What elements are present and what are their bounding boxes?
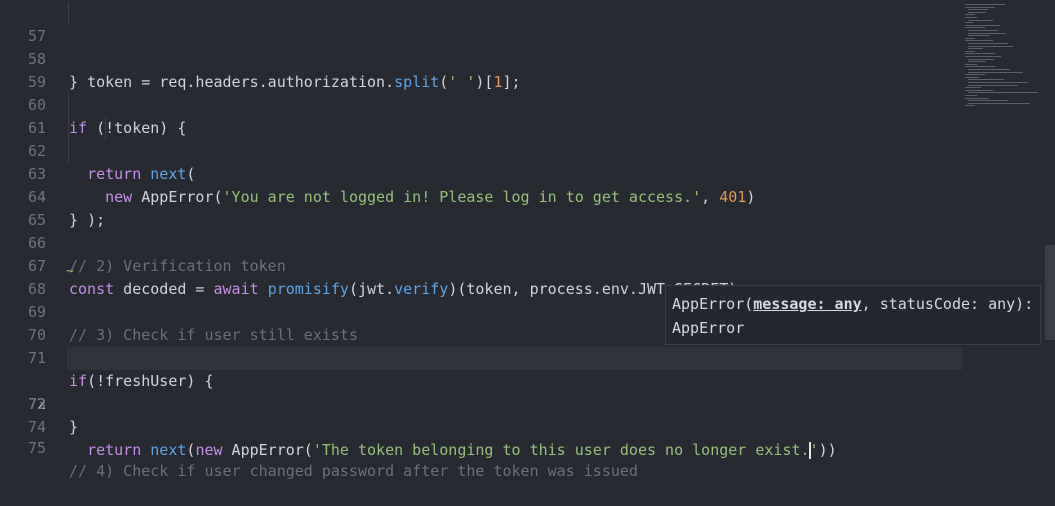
minimap-line: [965, 89, 993, 91]
minimap-line: [968, 35, 990, 37]
minimap-line: [968, 102, 1030, 104]
minimap-line: [965, 56, 1001, 57]
code-line[interactable]: 60 if (!token) {: [0, 71, 1040, 137]
minimap[interactable]: [960, 0, 1045, 140]
vertical-scrollbar[interactable]: [1045, 0, 1055, 432]
minimap-line: [965, 53, 995, 55]
minimap-line: [965, 87, 981, 89]
code-line[interactable]: 63 );: [0, 140, 1040, 229]
code-line[interactable]: 58 }: [0, 25, 1040, 91]
tooltip-active-param: message: any: [753, 295, 862, 313]
minimap-line: [968, 30, 998, 31]
minimap-line: [965, 40, 993, 42]
hover-tooltip: AppError(message: any, statusCode: any):…: [665, 285, 1041, 345]
code-line[interactable]: 66 // 2) Verification token: [0, 209, 1040, 275]
minimap-line: [968, 92, 1038, 94]
minimap-line: [968, 43, 1008, 44]
minimap-line: [968, 84, 1018, 86]
code-line[interactable]: 61 return next(: [0, 94, 1040, 183]
minimap-line: [965, 76, 979, 78]
minimap-line: [965, 6, 995, 8]
minimap-line: [968, 9, 988, 11]
minimap-line: [965, 4, 1005, 5]
code-line[interactable]: 65: [0, 186, 1040, 229]
minimap-line: [968, 32, 1006, 34]
code-line[interactable]: 73 }: [0, 370, 1040, 436]
minimap-line: [968, 79, 1004, 81]
code-line[interactable]: 74: [0, 393, 1040, 436]
code-line[interactable]: 64 }: [0, 163, 1040, 229]
scrollbar-thumb[interactable]: [1045, 245, 1055, 340]
code-line[interactable]: 59: [0, 48, 1040, 91]
minimap-line: [968, 71, 1023, 73]
minimap-line: [968, 58, 994, 60]
minimap-line: [965, 17, 977, 18]
minimap-line: [968, 61, 986, 63]
code-line[interactable]: 75 // 4) Check if user changed password …: [0, 414, 1040, 480]
minimap-line: [965, 37, 975, 39]
code-line[interactable]: 67 const decoded = await promisify(jwt.v…: [0, 232, 1040, 298]
minimap-line: [968, 100, 1008, 102]
minimap-line: [965, 66, 995, 68]
code-line[interactable]: 62 new AppError('You are not logged in! …: [0, 117, 1040, 206]
minimap-line: [968, 19, 993, 21]
code-line-active[interactable]: 72 return next(new AppError('The token b…: [0, 347, 1040, 459]
minimap-line: [968, 45, 1013, 47]
tooltip-prefix: AppError(: [672, 295, 754, 313]
minimap-line: [965, 14, 975, 16]
minimap-line: [968, 48, 983, 50]
minimap-line: [965, 95, 977, 96]
line-code: // 4) Check if user changed password aft…: [69, 462, 638, 480]
minimap-line: [965, 97, 989, 99]
minimap-line: [965, 27, 985, 29]
minimap-line: [968, 82, 1028, 83]
code-editor[interactable]: 57 token = req.headers.authorization.spl…: [0, 0, 1055, 480]
minimap-line: [965, 105, 975, 107]
minimap-line: [968, 11, 986, 13]
minimap-line: [965, 22, 973, 24]
minimap-line: [965, 63, 977, 65]
minimap-line: [965, 24, 1000, 26]
minimap-line: [965, 74, 985, 76]
code-line[interactable]: 57 token = req.headers.authorization.spl…: [0, 2, 1040, 91]
line-number: 75: [27, 439, 46, 457]
minimap-line: [965, 50, 975, 52]
fold-marker-icon[interactable]: ~: [66, 264, 74, 279]
minimap-line: [968, 69, 1010, 70]
code-line[interactable]: 68: [0, 255, 1040, 298]
line-code: return next(new AppError('The token belo…: [87, 441, 837, 459]
